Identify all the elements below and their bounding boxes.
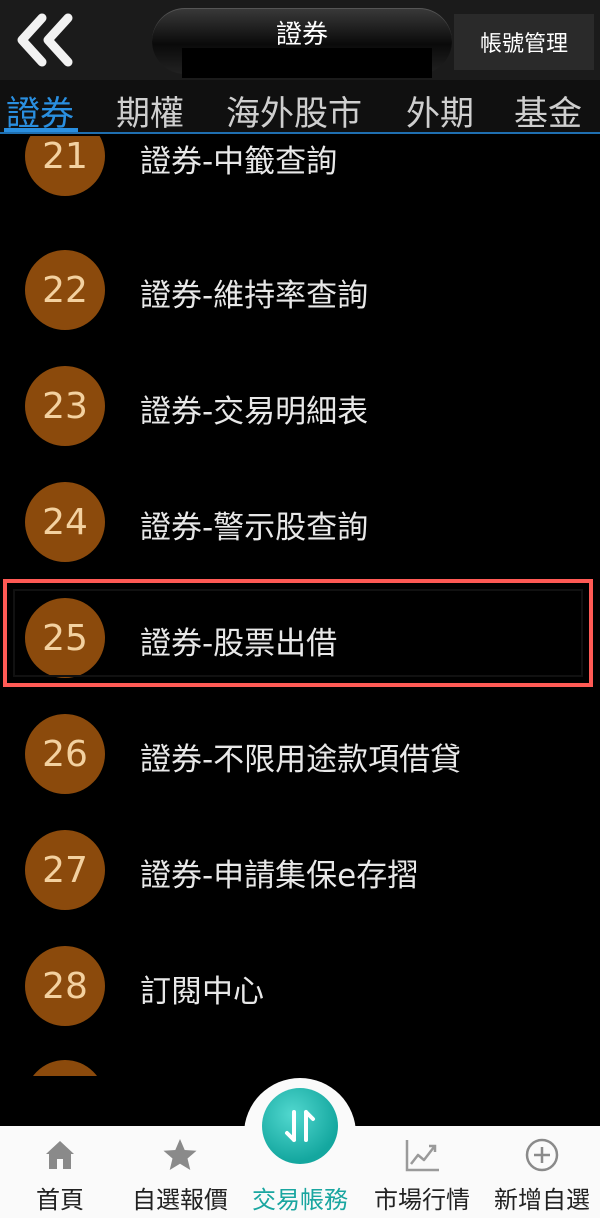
account-management-button[interactable]: 帳號管理 bbox=[454, 14, 594, 70]
tab-overseas-stocks[interactable]: 海外股市 bbox=[226, 86, 362, 132]
item-number-badge: 23 bbox=[25, 366, 105, 446]
tab-securities[interactable]: 證券 bbox=[6, 86, 74, 132]
nav-home[interactable]: 首頁 bbox=[0, 1136, 120, 1216]
plus-circle-icon bbox=[525, 1138, 559, 1172]
tab-options[interactable]: 期權 bbox=[116, 86, 184, 132]
nav-trade-label: 交易帳務 bbox=[252, 1186, 348, 1214]
nav-market-label: 市場行情 bbox=[374, 1186, 470, 1214]
item-label: 證券-交易明細表 bbox=[140, 394, 369, 430]
item-number-badge: 28 bbox=[25, 946, 105, 1026]
title-pill: 證券 bbox=[152, 8, 452, 78]
active-tab-indicator bbox=[4, 128, 78, 132]
nav-home-label: 首頁 bbox=[36, 1186, 84, 1214]
item-number-badge: 22 bbox=[25, 250, 105, 330]
tab-foreign-futures[interactable]: 外期 bbox=[406, 86, 474, 132]
double-chevron-left-icon bbox=[17, 13, 73, 67]
list-item[interactable]: 22 證券-維持率查詢 bbox=[0, 232, 600, 348]
nav-watchlist-label: 自選報價 bbox=[132, 1186, 228, 1214]
home-icon bbox=[46, 1141, 74, 1169]
item-number-badge: 26 bbox=[25, 714, 105, 794]
list-item[interactable]: 26 證券-不限用途款項借貸 bbox=[0, 696, 600, 812]
nav-add-watchlist[interactable]: 新增自選 bbox=[482, 1136, 600, 1216]
item-label: 證券-維持率查詢 bbox=[140, 278, 369, 314]
chart-icon bbox=[405, 1140, 439, 1172]
tab-funds[interactable]: 基金 bbox=[514, 86, 582, 132]
nav-add-watchlist-label: 新增自選 bbox=[494, 1186, 590, 1214]
list-item[interactable]: 21 證券-中籤查詢 bbox=[0, 136, 600, 232]
item-label: 證券-股票出借 bbox=[140, 626, 338, 662]
item-label: 證券-中籤查詢 bbox=[140, 144, 338, 180]
list-item[interactable]: 28 訂閱中心 bbox=[0, 928, 600, 1044]
back-button[interactable] bbox=[8, 8, 80, 72]
item-number-badge bbox=[25, 1060, 105, 1076]
nav-market[interactable]: 市場行情 bbox=[362, 1136, 482, 1216]
list-item-partial[interactable] bbox=[0, 1044, 600, 1076]
item-label: 證券-不限用途款項借貸 bbox=[140, 742, 462, 778]
star-icon bbox=[163, 1139, 197, 1170]
item-number-badge: 24 bbox=[25, 482, 105, 562]
item-number-badge: 21 bbox=[25, 136, 105, 196]
list-item[interactable]: 27 證券-申請集保e存摺 bbox=[0, 812, 600, 928]
list-item[interactable]: 24 證券-警示股查詢 bbox=[0, 464, 600, 580]
item-label: 證券-申請集保e存摺 bbox=[140, 858, 419, 894]
title-redacted-area bbox=[182, 48, 432, 78]
nav-watchlist[interactable]: 自選報價 bbox=[120, 1136, 240, 1216]
page-title: 證券 bbox=[275, 20, 328, 50]
item-label: 訂閱中心 bbox=[140, 974, 264, 1010]
item-label: 證券-警示股查詢 bbox=[140, 510, 369, 546]
nav-trade[interactable]: 交易帳務 bbox=[240, 1136, 360, 1216]
header-bar: 證券 帳號管理 bbox=[0, 0, 600, 80]
list-item[interactable]: 23 證券-交易明細表 bbox=[0, 348, 600, 464]
item-number-badge: 25 bbox=[25, 598, 105, 678]
item-number-badge: 27 bbox=[25, 830, 105, 910]
function-list: 21 證券-中籤查詢 22 證券-維持率查詢 23 證券-交易明細表 24 證券… bbox=[0, 136, 600, 1076]
list-item-selected[interactable]: 25 證券-股票出借 bbox=[0, 580, 600, 696]
category-tabs: 證券 期權 海外股市 外期 基金 bbox=[0, 80, 600, 134]
app-root: 證券 帳號管理 證券 期權 海外股市 外期 基金 21 證券-中籤查詢 22 證… bbox=[0, 0, 600, 1218]
